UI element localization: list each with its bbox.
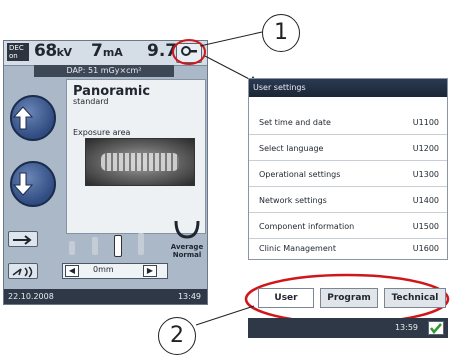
menu-item-select-language[interactable]: Select language U1200: [249, 135, 447, 161]
menu-item-label: Component information: [259, 222, 355, 231]
settings-header: User settings: [249, 79, 447, 97]
menu-item-code: U1600: [412, 244, 439, 253]
menu-item-code: U1500: [412, 222, 439, 231]
menu-item-label: Clinic Management: [259, 244, 336, 253]
menu-item-label: Select language: [259, 144, 324, 153]
settings-status-time: 13:59: [394, 323, 418, 332]
menu-item-code: U1100: [412, 118, 439, 127]
callout-2-number: 2: [170, 323, 184, 348]
menu-item-code: U1300: [412, 170, 439, 179]
callout-1-number: 1: [274, 20, 288, 45]
menu-item-clinic-management[interactable]: Clinic Management U1600: [249, 235, 447, 261]
menu-item-code: U1200: [412, 144, 439, 153]
settings-tabs-area: User Program Technical 13:59: [248, 276, 448, 354]
menu-item-network-settings[interactable]: Network settings U1400: [249, 187, 447, 213]
user-settings-window: User settings Set time and date U1100 Se…: [248, 78, 448, 260]
menu-item-label: Set time and date: [259, 118, 331, 127]
menu-item-code: U1400: [412, 196, 439, 205]
callout-2: 2: [158, 317, 196, 355]
settings-status-bar: 13:59: [248, 318, 448, 338]
checkmark-icon: [430, 323, 442, 334]
tab-program[interactable]: Program: [320, 288, 378, 308]
callout-1-line: [199, 31, 263, 47]
menu-item-operational-settings[interactable]: Operational settings U1300: [249, 161, 447, 187]
menu-item-label: Operational settings: [259, 170, 341, 179]
callout-1: 1: [262, 14, 300, 52]
confirm-button[interactable]: [428, 321, 444, 335]
menu-item-label: Network settings: [259, 196, 327, 205]
settings-highlight-ellipse: [172, 39, 206, 65]
callout-2-line: [195, 305, 255, 326]
tab-technical[interactable]: Technical: [384, 288, 446, 308]
menu-item-set-time-date[interactable]: Set time and date U1100: [249, 109, 447, 135]
tab-user[interactable]: User: [258, 288, 314, 308]
